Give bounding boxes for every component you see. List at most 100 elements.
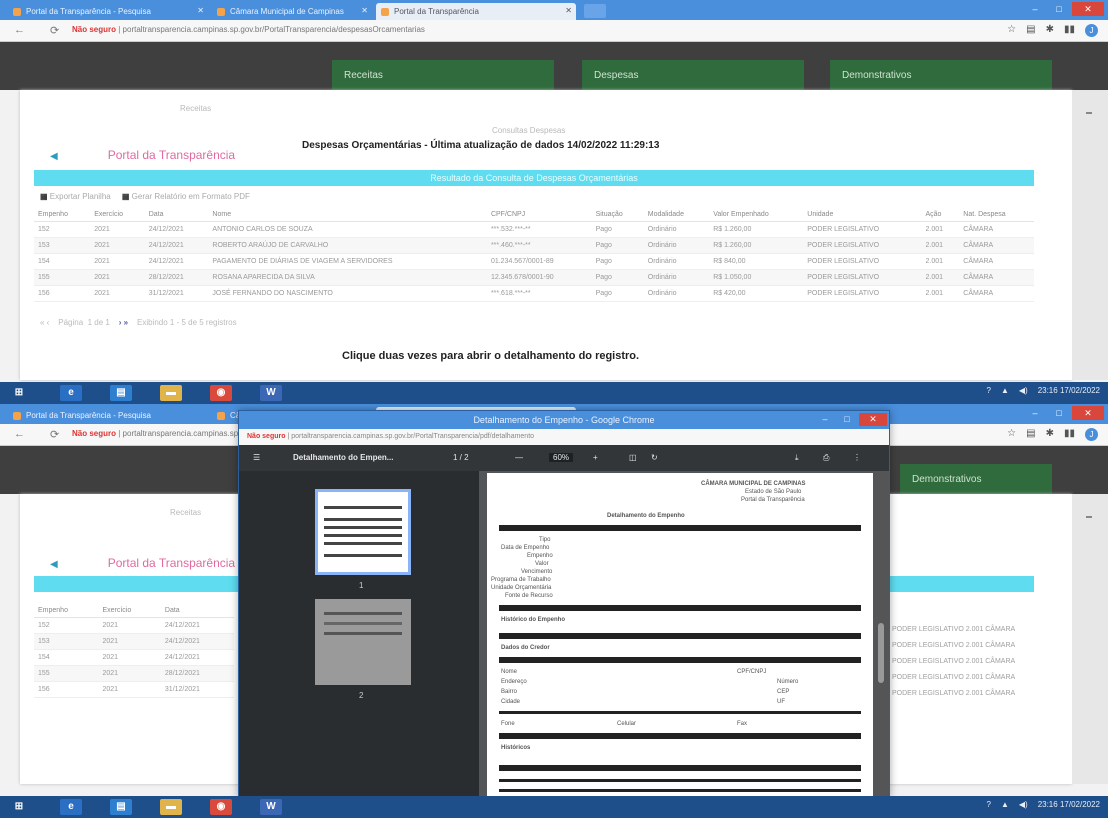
column-header[interactable]: Data bbox=[144, 208, 209, 222]
back-icon[interactable]: ← bbox=[14, 24, 25, 36]
print-icon[interactable]: ⎙ bbox=[823, 453, 829, 463]
back-icon[interactable]: ← bbox=[14, 428, 25, 440]
browser-tab[interactable]: Câmara Municipal de Campinas ✕ bbox=[212, 3, 372, 20]
more-options-icon[interactable]: ⋮ bbox=[853, 453, 861, 462]
fit-page-icon[interactable]: ◫ bbox=[629, 453, 637, 462]
table-row[interactable]: 156 2021 31/12/2021 JOSÉ FERNANDO DO NASCIM… bbox=[34, 285, 1034, 302]
address-bar[interactable]: Não seguro | portaltransparencia.campina… bbox=[72, 25, 425, 34]
column-header[interactable]: Valor Empenhado bbox=[709, 208, 804, 222]
table-row[interactable]: 155 2021 28/12/2021 bbox=[34, 665, 234, 682]
table-row[interactable]: 154 2021 24/12/2021 bbox=[34, 649, 234, 666]
page-thumbnail-2[interactable] bbox=[315, 599, 411, 685]
close-window-button[interactable]: ✕ bbox=[1072, 406, 1104, 420]
volume-icon[interactable]: ◀) bbox=[1019, 800, 1028, 809]
pdf-window-titlebar[interactable]: Detalhamento do Empenho - Google Chrome … bbox=[239, 411, 889, 429]
reload-icon[interactable]: ⟳ bbox=[50, 428, 59, 441]
back-arrow-icon[interactable]: ◀ bbox=[50, 151, 58, 162]
nav-demonstrativos[interactable]: Demonstrativos bbox=[900, 464, 1052, 494]
clock[interactable]: 23:16 17/02/2022 bbox=[1038, 800, 1100, 809]
scroll-thumb[interactable] bbox=[878, 623, 884, 683]
sidebar-icon[interactable]: ▮▮ bbox=[1064, 24, 1075, 37]
collapse-icon[interactable] bbox=[1086, 112, 1092, 114]
export-pdf-link[interactable]: Gerar Relatório em Formato PDF bbox=[132, 192, 250, 201]
nav-despesas[interactable]: Despesas bbox=[582, 60, 804, 90]
network-icon[interactable]: ▲ bbox=[1001, 800, 1009, 809]
help-icon[interactable]: ? bbox=[986, 800, 990, 809]
column-header[interactable]: Ação bbox=[921, 208, 960, 222]
minimize-button[interactable]: – bbox=[815, 413, 835, 426]
pdf-scrollbar[interactable] bbox=[877, 473, 885, 797]
export-spreadsheet-link[interactable]: Exportar Planilha bbox=[50, 192, 111, 201]
zoom-in-button[interactable]: + bbox=[593, 453, 598, 462]
pdf-address-bar[interactable]: Não seguro | portaltransparencia.campina… bbox=[239, 429, 889, 445]
close-tab-icon[interactable]: ✕ bbox=[565, 6, 572, 15]
folder-icon[interactable]: ▬ bbox=[160, 385, 182, 401]
table-row[interactable]: 153 2021 24/12/2021 ROBERTO ARAÚJO DE CARVA… bbox=[34, 237, 1034, 254]
pager-prev-button[interactable]: « ‹ bbox=[40, 318, 49, 327]
store-icon[interactable]: ▤ bbox=[110, 385, 132, 401]
column-header[interactable]: Situação bbox=[591, 208, 644, 222]
column-header[interactable]: Modalidade bbox=[643, 208, 710, 222]
close-window-button[interactable]: ✕ bbox=[1072, 2, 1104, 16]
start-icon[interactable]: ⊞ bbox=[8, 385, 30, 401]
clock[interactable]: 23:16 17/02/2022 bbox=[1038, 386, 1100, 395]
page-thumbnail-1[interactable] bbox=[315, 489, 411, 575]
column-header[interactable]: Empenho bbox=[34, 604, 99, 618]
puzzle-icon[interactable]: ✱ bbox=[1046, 428, 1054, 441]
star-icon[interactable]: ☆ bbox=[1007, 24, 1016, 37]
pager-next-button[interactable]: › » bbox=[119, 318, 128, 327]
new-tab-button[interactable] bbox=[584, 4, 606, 18]
extension-icon[interactable]: ▤ bbox=[1026, 428, 1035, 441]
back-arrow-icon[interactable]: ◀ bbox=[50, 559, 58, 570]
column-header[interactable]: CPF/CNPJ bbox=[486, 208, 592, 222]
chrome-icon[interactable]: ◉ bbox=[210, 385, 232, 401]
column-header[interactable]: Nome bbox=[208, 208, 487, 222]
minimize-button[interactable]: – bbox=[1024, 2, 1046, 16]
column-header[interactable]: Exercício bbox=[90, 208, 145, 222]
zoom-level[interactable]: 60% bbox=[549, 453, 574, 462]
volume-icon[interactable]: ◀) bbox=[1019, 386, 1028, 395]
folder-icon[interactable]: ▬ bbox=[160, 799, 182, 815]
maximize-button[interactable]: □ bbox=[1048, 2, 1070, 16]
column-header[interactable]: Data bbox=[160, 604, 234, 618]
close-window-button[interactable]: ✕ bbox=[859, 413, 887, 426]
column-header[interactable]: Nat. Despesa bbox=[959, 208, 1034, 222]
sidebar-icon[interactable]: ▮▮ bbox=[1064, 428, 1075, 441]
word-icon[interactable]: W bbox=[260, 799, 282, 815]
store-icon[interactable]: ▤ bbox=[110, 799, 132, 815]
page-counter[interactable]: 1 / 2 bbox=[453, 453, 469, 462]
chrome-icon[interactable]: ◉ bbox=[210, 799, 232, 815]
profile-avatar[interactable]: J bbox=[1085, 428, 1098, 441]
maximize-button[interactable]: □ bbox=[1048, 406, 1070, 420]
word-icon[interactable]: W bbox=[260, 385, 282, 401]
table-row[interactable]: 155 2021 28/12/2021 ROSANA APARECIDA DA SIL… bbox=[34, 269, 1034, 286]
column-header[interactable]: Unidade bbox=[803, 208, 922, 222]
browser-tab[interactable]: Portal da Transparência - Pesquisa ✕ bbox=[8, 3, 208, 20]
browser-tab[interactable]: Portal da Transparência - Pesquisa bbox=[8, 407, 208, 424]
table-row[interactable]: 152 2021 24/12/2021 ANTONIO CARLOS DE SOUZA… bbox=[34, 221, 1034, 238]
minimize-button[interactable]: – bbox=[1024, 406, 1046, 420]
rotate-icon[interactable]: ↻ bbox=[651, 453, 658, 462]
star-icon[interactable]: ☆ bbox=[1007, 428, 1016, 441]
start-icon[interactable]: ⊞ bbox=[8, 799, 30, 815]
network-icon[interactable]: ▲ bbox=[1001, 386, 1009, 395]
profile-avatar[interactable]: J bbox=[1085, 24, 1098, 37]
browser-tab-active[interactable]: Portal da Transparência ✕ bbox=[376, 3, 576, 20]
ie-icon[interactable]: e bbox=[60, 385, 82, 401]
collapse-icon[interactable] bbox=[1086, 516, 1092, 518]
help-icon[interactable]: ? bbox=[986, 386, 990, 395]
zoom-out-button[interactable]: — bbox=[515, 453, 523, 462]
close-tab-icon[interactable]: ✕ bbox=[197, 6, 204, 15]
nav-demonstrativos[interactable]: Demonstrativos bbox=[830, 60, 1052, 90]
download-icon[interactable]: ⤓ bbox=[795, 453, 799, 463]
ie-icon[interactable]: e bbox=[60, 799, 82, 815]
table-row[interactable]: 153 2021 24/12/2021 bbox=[34, 633, 234, 650]
puzzle-icon[interactable]: ✱ bbox=[1046, 24, 1054, 37]
table-row[interactable]: 154 2021 24/12/2021 PAGAMENTO DE DIÁRIAS DE… bbox=[34, 253, 1034, 270]
column-header[interactable]: Exercício bbox=[98, 604, 161, 618]
extension-icon[interactable]: ▤ bbox=[1026, 24, 1035, 37]
nav-receitas[interactable]: Receitas bbox=[332, 60, 554, 90]
table-row[interactable]: 152 2021 24/12/2021 bbox=[34, 617, 234, 634]
table-row[interactable]: 156 2021 31/12/2021 bbox=[34, 681, 234, 698]
close-tab-icon[interactable]: ✕ bbox=[361, 6, 368, 15]
